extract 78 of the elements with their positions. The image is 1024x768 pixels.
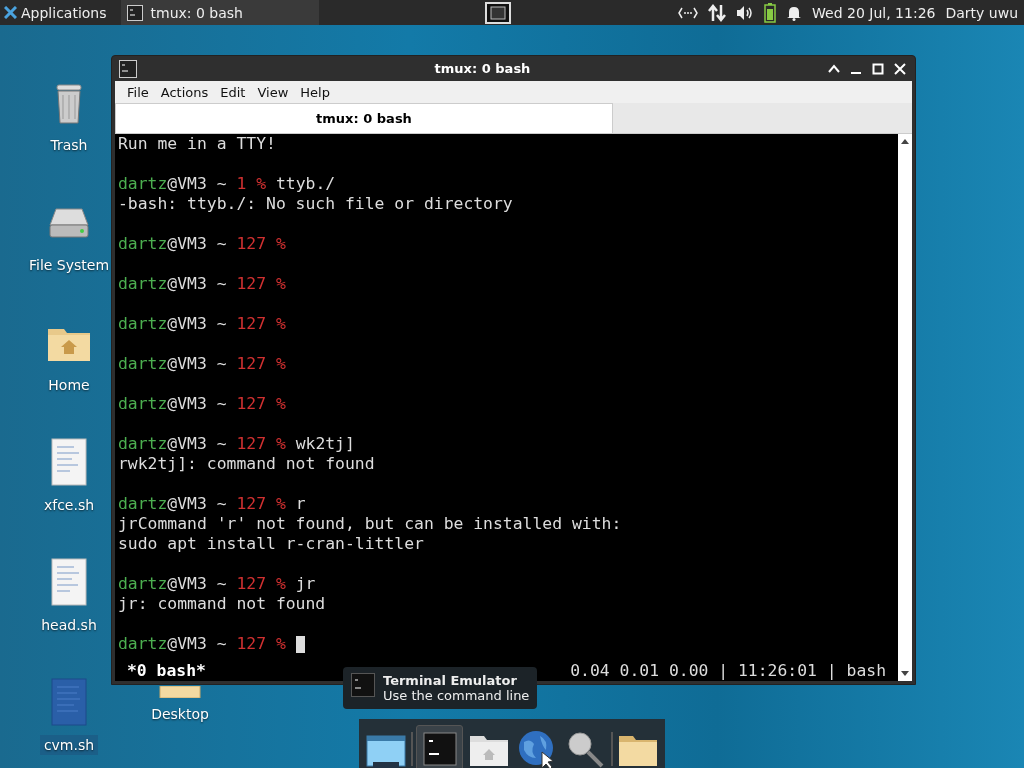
terminal-output: rwk2tj]: command not found [118,454,376,474]
battery-icon[interactable] [764,2,777,23]
tmux-window-list: *0 bash* [127,661,206,681]
desktop-icon-label[interactable]: xfce.sh [39,495,99,515]
prompt-host: @VM3 ~ [167,354,228,373]
prompt-user: dartz [118,574,168,593]
desktop-icon-label[interactable]: Desktop [147,704,213,724]
volume-icon[interactable] [736,4,755,21]
exit-status: 127 % [236,354,286,373]
prompt-user: dartz [118,394,168,413]
applications-menu[interactable]: Applications [0,0,111,25]
prompt-user: dartz [118,234,168,253]
workspace-switcher-icon[interactable] [485,1,512,24]
prompt-user: dartz [118,274,168,293]
taskbar-button[interactable]: tmux: 0 bash [120,0,319,25]
window-title: tmux: 0 bash [433,61,532,76]
prompt-host: @VM3 ~ [167,234,228,253]
terminal-icon [119,59,137,78]
terminal-icon [126,4,143,21]
prompt-host: @VM3 ~ [167,574,228,593]
desktop-icon-label[interactable]: Trash [46,135,92,155]
terminal-tab[interactable]: tmux: 0 bash [115,103,613,133]
exit-status: 127 % [236,234,286,253]
clock[interactable]: Wed 20 Jul, 11:26 [812,4,936,21]
terminal-output: jrCommand 'r' not found, but can be installed with: [118,514,623,534]
menu-item[interactable]: File [121,84,155,100]
prompt-user: dartz [118,634,168,653]
desktop-icon-label[interactable]: head.sh [37,615,101,635]
prompt-host: @VM3 ~ [167,174,228,193]
shade-icon[interactable] [828,62,840,75]
xfce-logo-icon [4,6,17,19]
menu-item[interactable]: View [251,84,295,100]
prompt-user: dartz [118,314,168,333]
scroll-up-icon[interactable] [900,137,910,145]
scroll-down-icon[interactable] [900,670,910,678]
notification-bell-icon[interactable] [786,4,803,21]
terminal-output: Run me in a TTY! [118,134,277,154]
menu-item[interactable]: Actions [154,84,215,100]
transfer-arrows-icon[interactable] [708,3,727,22]
desktop-icon-label[interactable]: cvm.sh [39,735,99,755]
exit-status: 127 % [236,314,286,333]
command-text: jr [295,574,316,593]
menu-item[interactable]: Help [294,84,336,100]
prompt-host: @VM3 ~ [167,494,228,513]
terminal-output: -bash: ttyb./: No such file or directory [118,194,514,214]
prompt-user: dartz [118,494,168,513]
terminal-icon [351,673,375,697]
exit-status: 127 % [236,274,286,293]
command-text: r [295,494,306,513]
tmux-status-info: 0.04 0.01 0.00 | 11:26:01 | bash [570,661,886,681]
exit-status: 1 % [236,174,267,193]
tooltip-title: Terminal Emulator [383,673,518,688]
exit-status: 127 % [236,394,286,413]
terminal-output: sudo apt install r-cran-littler [118,534,425,554]
exit-status: 127 % [236,574,286,593]
desktop-icon-label[interactable]: Home [44,375,94,395]
prompt-host: @VM3 ~ [167,394,228,413]
prompt-host: @VM3 ~ [167,434,228,453]
terminal-output: jr: command not found [118,594,327,614]
menu-item[interactable]: Edit [214,84,252,100]
scrollbar[interactable] [898,134,912,681]
desktop-icon-label[interactable]: File System [24,255,114,275]
prompt-host: @VM3 ~ [167,634,228,653]
maximize-icon[interactable] [872,62,884,75]
network-icon[interactable] [678,5,699,20]
exit-status: 127 % [236,434,286,453]
user-name[interactable]: Darty uwu [945,4,1018,21]
tooltip-subtitle: Use the command line [383,688,530,703]
prompt-user: dartz [118,354,168,373]
prompt-host: @VM3 ~ [167,314,228,333]
close-icon[interactable] [894,62,906,75]
prompt-user: dartz [118,174,168,193]
exit-status: 127 % [236,634,286,653]
command-text: ttyb./ [275,174,336,193]
command-text: wk2tj] [295,434,355,453]
exit-status: 127 % [236,494,286,513]
prompt-host: @VM3 ~ [167,274,228,293]
prompt-user: dartz [118,434,168,453]
